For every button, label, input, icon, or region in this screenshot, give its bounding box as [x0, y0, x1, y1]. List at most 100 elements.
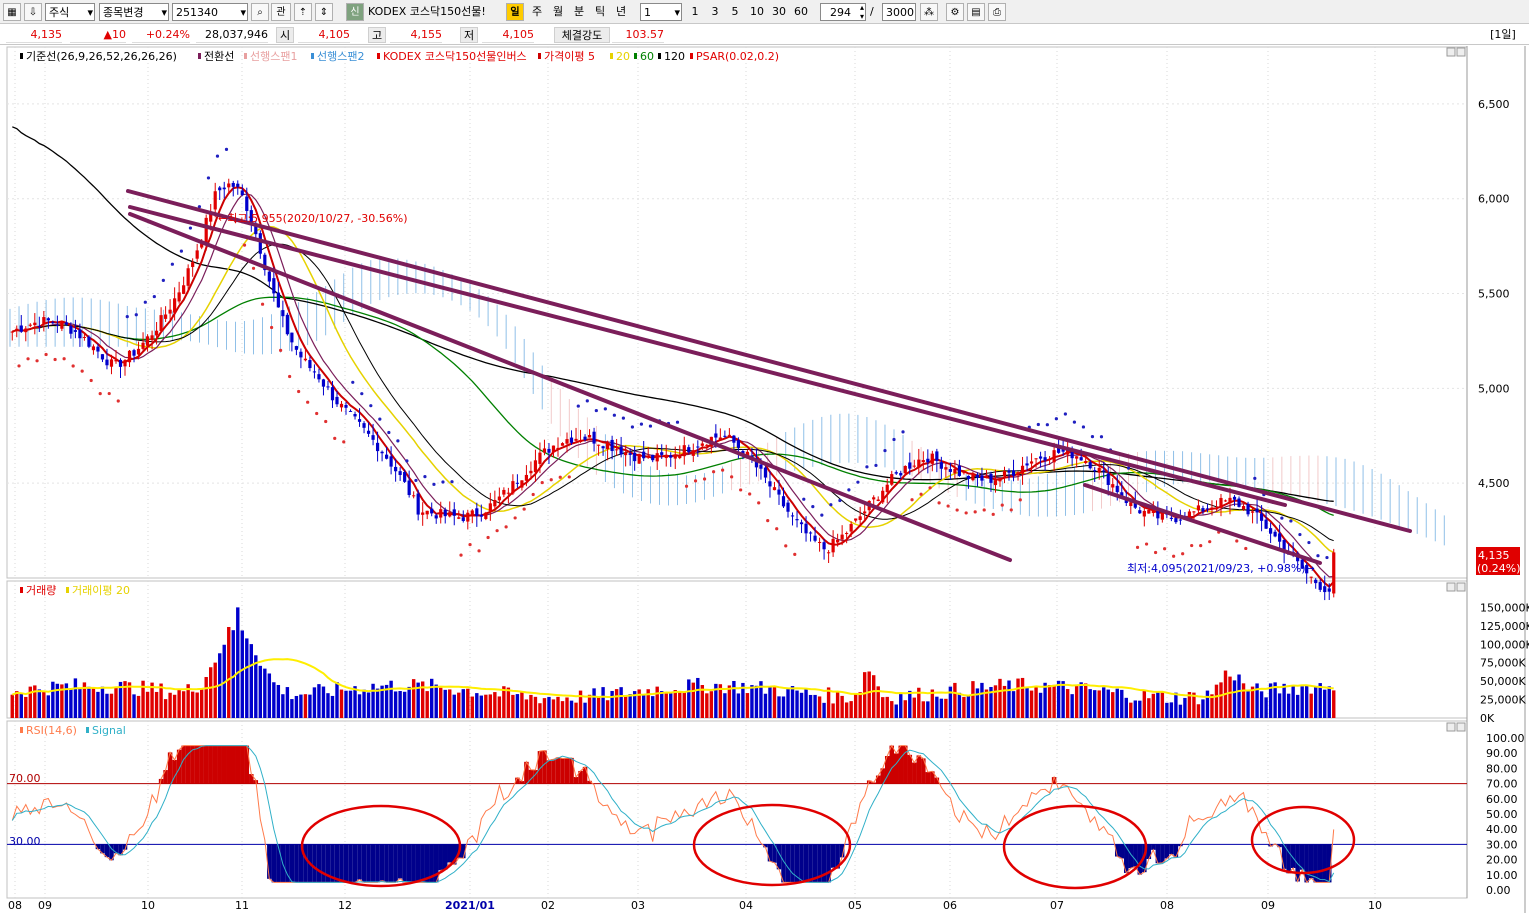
- candle-body: [82, 336, 87, 338]
- save-icon[interactable]: ▤: [967, 3, 985, 21]
- legend-volume-ma: 거래이평 20: [72, 584, 130, 597]
- candle-body: [606, 443, 610, 450]
- rsi-overbought-fill: [912, 762, 917, 784]
- psar-dot: [1135, 545, 1140, 549]
- volume-bar: [258, 665, 263, 718]
- visible-count-value: 294: [830, 6, 851, 19]
- volume-bar: [1120, 689, 1124, 718]
- panel-minimize-button[interactable]: [1446, 722, 1456, 732]
- x-tick-label: 2021/01: [445, 899, 495, 912]
- interval-30-button[interactable]: 30: [769, 3, 789, 21]
- volume-bar: [348, 690, 353, 718]
- rsi-level-70: 70.00: [9, 772, 41, 785]
- psar-dot: [1144, 542, 1149, 546]
- candle-body: [696, 446, 700, 448]
- candle-body: [317, 374, 321, 380]
- period-tick-button[interactable]: 틱: [591, 3, 609, 21]
- volume-bar: [551, 699, 556, 718]
- candle-body: [276, 292, 280, 308]
- period-minute-button[interactable]: 분: [570, 3, 588, 21]
- panel-minimize-button[interactable]: [1446, 582, 1456, 592]
- volume-bar: [308, 694, 312, 718]
- print-icon[interactable]: ⎙: [988, 3, 1006, 21]
- volume-bar: [1201, 699, 1205, 718]
- volume-bar: [660, 691, 664, 718]
- rsi-oversold-fill: [361, 844, 367, 883]
- candle-body: [786, 502, 790, 512]
- candle-body: [1219, 497, 1223, 509]
- menu-icon[interactable]: ▦: [3, 3, 21, 21]
- psar-dot: [396, 439, 400, 443]
- volume-bar: [1246, 690, 1250, 718]
- volume-bar: [669, 693, 673, 718]
- total-count-input[interactable]: 3000: [882, 3, 916, 21]
- volume-bar: [398, 691, 402, 718]
- candle-body: [123, 360, 127, 367]
- grid-settings-icon[interactable]: ⁂: [920, 3, 938, 21]
- period-year-button[interactable]: 년: [612, 3, 630, 21]
- panel-close-button[interactable]: [1456, 582, 1466, 592]
- candle-body: [890, 474, 894, 485]
- related-button[interactable]: 관: [271, 3, 291, 21]
- interval-60-button[interactable]: 60: [791, 3, 811, 21]
- period-day-button[interactable]: 일: [506, 3, 524, 21]
- visible-count-input[interactable]: 294 ▴ ▾: [820, 3, 866, 21]
- volume-bar: [245, 638, 249, 718]
- psar-dot: [1163, 547, 1167, 551]
- rsi-oversold-fill: [370, 844, 376, 883]
- psar-dot: [260, 302, 265, 306]
- volume-value: 28,037,946: [196, 27, 268, 43]
- volume-bar: [353, 686, 357, 718]
- psar-dot: [477, 549, 481, 553]
- panel-minimize-button[interactable]: [1446, 47, 1456, 57]
- total-count-value: 3000: [886, 6, 914, 19]
- candle-body: [19, 325, 23, 332]
- search-icon[interactable]: ⌕: [251, 3, 269, 21]
- market-type-select[interactable]: 주식 ▾: [45, 3, 95, 21]
- psar-dot: [459, 553, 463, 557]
- psar-dot: [242, 243, 247, 247]
- interval-1-button[interactable]: 1: [687, 3, 703, 21]
- candle-body: [182, 285, 186, 294]
- settings-icon[interactable]: ⚙: [946, 3, 964, 21]
- legend-marker: [20, 53, 23, 59]
- candle-body: [1106, 473, 1110, 485]
- credit-badge: 신: [346, 3, 364, 21]
- up-icon[interactable]: ⇡: [294, 3, 312, 21]
- period-week-button[interactable]: 주: [528, 3, 546, 21]
- download-icon[interactable]: ⇩: [24, 3, 42, 21]
- interval-5-button[interactable]: 5: [727, 3, 743, 21]
- candle-body: [1228, 497, 1232, 504]
- panel-close-button[interactable]: [1456, 47, 1466, 57]
- volume-bar: [375, 688, 380, 718]
- legend-volume: 거래량: [26, 584, 56, 597]
- volume-bar: [709, 691, 714, 718]
- rsi-level-30: 30.00: [9, 835, 41, 848]
- psar-dot: [1018, 498, 1022, 502]
- volume-bar: [912, 697, 916, 718]
- legend-marker: [658, 53, 661, 59]
- panel-close-button[interactable]: [1456, 722, 1466, 732]
- stock-name: KODEX 코스닥150선물!: [368, 5, 486, 18]
- spin-icon[interactable]: ▴ ▾: [860, 3, 864, 21]
- rsi-overbought-fill: [235, 745, 241, 784]
- psar-dot: [711, 470, 716, 474]
- interval-3-button[interactable]: 3: [707, 3, 723, 21]
- volume-bar: [687, 679, 691, 718]
- candle-body: [91, 346, 96, 351]
- legend-marker: [198, 53, 201, 59]
- volume-bar: [1138, 700, 1142, 718]
- updown-icon[interactable]: ⇕: [315, 3, 333, 21]
- change-item-select[interactable]: 종목변경 ▾: [99, 3, 169, 21]
- period-month-button[interactable]: 월: [549, 3, 567, 21]
- volume-bar: [556, 696, 560, 718]
- candle-body: [633, 452, 637, 462]
- volume-bar: [1304, 684, 1309, 718]
- volume-bar: [231, 630, 235, 718]
- code-input[interactable]: 251340 ▾: [172, 3, 248, 21]
- volume-bar: [881, 697, 885, 718]
- interval-select[interactable]: 1 ▾: [640, 3, 682, 21]
- candle-body: [186, 268, 190, 286]
- interval-10-button[interactable]: 10: [747, 3, 767, 21]
- psar-dot: [152, 294, 156, 299]
